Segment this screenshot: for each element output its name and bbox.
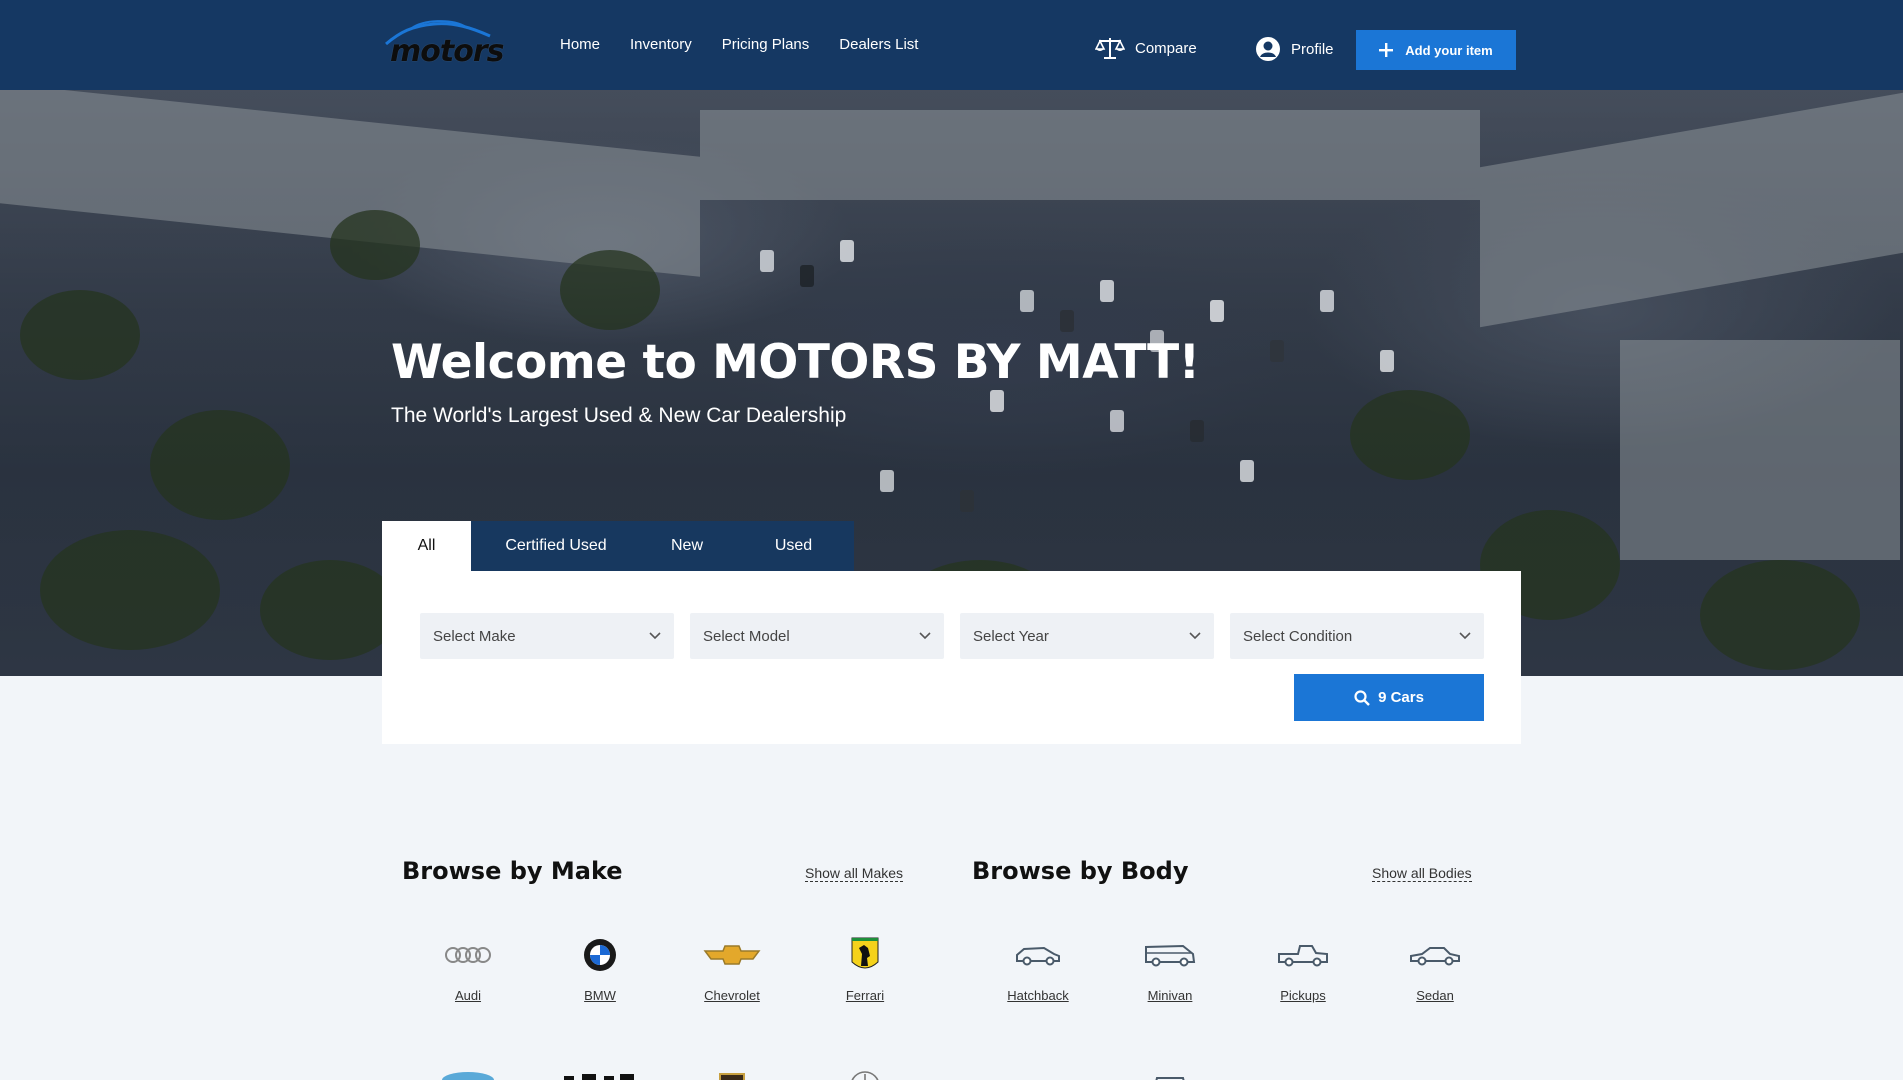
body-icon-partial[interactable] bbox=[1115, 1066, 1225, 1080]
car-brand-logo-icon bbox=[442, 1072, 494, 1080]
compare-label: Compare bbox=[1135, 39, 1197, 57]
search-button-label: 9 Cars bbox=[1378, 689, 1424, 706]
make-logo-partial[interactable] bbox=[545, 1066, 655, 1080]
motors-logo[interactable]: motors bbox=[382, 16, 504, 69]
nav-home[interactable]: Home bbox=[560, 36, 600, 53]
show-all-makes-link[interactable]: Show all Makes bbox=[805, 865, 904, 882]
make-bmw[interactable]: BMW bbox=[545, 930, 655, 1005]
chevron-down-icon bbox=[1459, 632, 1471, 640]
condition-tabs: All Certified Used New Used bbox=[382, 521, 854, 571]
select-condition-value: Select Condition bbox=[1243, 627, 1353, 645]
search-cars-button[interactable]: 9 Cars bbox=[1294, 674, 1484, 721]
chevron-down-icon bbox=[649, 632, 661, 640]
car-brand-logo-icon bbox=[719, 1073, 745, 1080]
browse-by-make-title: Browse by Make bbox=[402, 857, 623, 885]
search-icon bbox=[1354, 689, 1370, 706]
bmw-logo-icon bbox=[584, 939, 616, 971]
make-logo-partial[interactable] bbox=[677, 1066, 787, 1080]
show-all-bodies-link[interactable]: Show all Bodies bbox=[1372, 865, 1472, 882]
add-item-label: Add your item bbox=[1405, 42, 1493, 58]
tab-used[interactable]: Used bbox=[733, 521, 854, 571]
logo-wordmark: motors bbox=[390, 34, 504, 69]
hero-subtitle: The World's Largest Used & New Car Deale… bbox=[391, 404, 847, 427]
search-filter-panel: Select Make Select Model Select Year Sel… bbox=[382, 571, 1521, 744]
browse-by-body-title: Browse by Body bbox=[972, 857, 1189, 885]
tab-certified-used[interactable]: Certified Used bbox=[471, 521, 641, 571]
make-chevrolet[interactable]: Chevrolet bbox=[677, 930, 787, 1005]
hero-title: Welcome to MOTORS BY MATT! bbox=[391, 335, 1200, 390]
make-logo-partial[interactable] bbox=[810, 1066, 920, 1080]
top-navigation-bar: motors Home Inventory Pricing Plans Deal… bbox=[0, 0, 1903, 90]
make-label: Ferrari bbox=[845, 988, 885, 1003]
pickup-truck-icon bbox=[1278, 945, 1328, 967]
body-pickups[interactable]: Pickups bbox=[1248, 930, 1358, 1005]
select-model[interactable]: Select Model bbox=[690, 613, 944, 659]
profile-label: Profile bbox=[1291, 40, 1334, 58]
body-label: Sedan bbox=[1416, 988, 1454, 1003]
make-audi[interactable]: Audi bbox=[413, 930, 523, 1005]
body-label: Minivan bbox=[1147, 988, 1193, 1003]
select-condition[interactable]: Select Condition bbox=[1230, 613, 1484, 659]
make-logo-partial[interactable] bbox=[413, 1066, 523, 1080]
profile-link[interactable]: Profile bbox=[1255, 36, 1334, 62]
nav-pricing-plans[interactable]: Pricing Plans bbox=[722, 36, 810, 53]
body-sedan[interactable]: Sedan bbox=[1380, 930, 1490, 1005]
make-label: Chevrolet bbox=[704, 988, 760, 1003]
car-body-icon bbox=[1013, 1066, 1063, 1080]
car-body-icon bbox=[1155, 1077, 1185, 1080]
chevrolet-logo-icon bbox=[703, 945, 761, 965]
audi-logo-icon bbox=[445, 947, 491, 963]
hatchback-icon bbox=[1016, 946, 1060, 966]
select-model-value: Select Model bbox=[703, 627, 790, 645]
body-minivan[interactable]: Minivan bbox=[1115, 930, 1225, 1005]
body-label: Pickups bbox=[1280, 988, 1326, 1003]
tab-new[interactable]: New bbox=[641, 521, 733, 571]
car-brand-logo-icon bbox=[564, 1074, 634, 1080]
body-hatchback[interactable]: Hatchback bbox=[983, 930, 1093, 1005]
select-year-value: Select Year bbox=[973, 627, 1049, 645]
select-make-value: Select Make bbox=[433, 627, 516, 645]
user-circle-icon bbox=[1256, 37, 1280, 61]
nav-dealers-list[interactable]: Dealers List bbox=[839, 36, 918, 53]
tab-all[interactable]: All bbox=[382, 521, 471, 571]
body-label: Hatchback bbox=[1007, 988, 1069, 1003]
chevron-down-icon bbox=[919, 632, 931, 640]
make-label: BMW bbox=[584, 988, 616, 1003]
body-icon-partial[interactable] bbox=[983, 1066, 1093, 1080]
make-ferrari[interactable]: Ferrari bbox=[810, 930, 920, 1005]
plus-icon bbox=[1379, 43, 1394, 57]
nav-inventory[interactable]: Inventory bbox=[630, 36, 692, 53]
sedan-icon bbox=[1410, 947, 1460, 966]
scale-icon bbox=[1095, 38, 1125, 59]
main-nav: Home Inventory Pricing Plans Dealers Lis… bbox=[560, 36, 918, 53]
car-brand-logo-icon bbox=[851, 1071, 879, 1080]
add-your-item-button[interactable]: Add your item bbox=[1356, 30, 1516, 70]
make-label: Audi bbox=[454, 988, 482, 1003]
select-make[interactable]: Select Make bbox=[420, 613, 674, 659]
compare-link[interactable]: Compare bbox=[1095, 36, 1197, 60]
chevron-down-icon bbox=[1189, 632, 1201, 640]
minivan-icon bbox=[1145, 944, 1196, 967]
select-year[interactable]: Select Year bbox=[960, 613, 1214, 659]
ferrari-logo-icon bbox=[851, 937, 879, 969]
